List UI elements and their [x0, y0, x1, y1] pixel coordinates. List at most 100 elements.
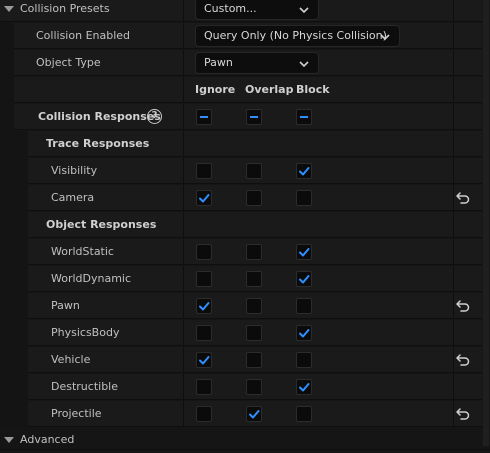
block-checkbox[interactable]: [296, 379, 312, 395]
column-divider: [453, 212, 454, 238]
ignore-column-header: Ignore: [195, 83, 236, 96]
overlap-all-checkbox[interactable]: [246, 109, 262, 125]
response-channel-label: PhysicsBody: [51, 326, 120, 339]
indent-gutter: [0, 104, 14, 130]
trace-response-row: Visibility: [0, 158, 490, 184]
ignore-checkbox[interactable]: [196, 352, 212, 368]
trace-responses-label: Trace Responses: [46, 137, 150, 150]
overlap-checkbox[interactable]: [246, 325, 262, 341]
overlap-checkbox[interactable]: [246, 298, 262, 314]
block-checkbox[interactable]: [296, 406, 312, 422]
collision-presets-dropdown[interactable]: Custom...: [195, 0, 319, 20]
column-divider: [453, 320, 454, 346]
scrollbar[interactable]: [482, 0, 490, 446]
collision-enabled-value: Query Only (No Physics Collision): [204, 29, 387, 42]
column-divider: [453, 158, 454, 184]
object-response-row: WorldDynamic: [0, 266, 490, 292]
overlap-checkbox[interactable]: [246, 271, 262, 287]
response-channel-label: Pawn: [51, 299, 80, 312]
ignore-checkbox[interactable]: [196, 163, 212, 179]
block-column-header: Block: [296, 83, 330, 96]
object-responses-header-row: Object Responses: [0, 212, 490, 238]
expand-arrow-icon[interactable]: [4, 437, 14, 443]
object-type-row: Object Type Pawn: [0, 50, 490, 76]
column-divider: [183, 212, 184, 238]
column-divider: [183, 401, 184, 427]
column-divider: [183, 347, 184, 373]
ignore-checkbox[interactable]: [196, 379, 212, 395]
collision-responses-row: Collision Responses ?: [0, 104, 490, 130]
advanced-row[interactable]: Advanced: [0, 428, 490, 450]
ignore-checkbox[interactable]: [196, 325, 212, 341]
indent-gutter: [0, 23, 14, 49]
ignore-all-checkbox[interactable]: [196, 109, 212, 125]
block-checkbox[interactable]: [296, 271, 312, 287]
ignore-checkbox[interactable]: [196, 406, 212, 422]
column-divider: [183, 320, 184, 346]
object-response-row: Destructible: [0, 374, 490, 400]
object-response-row: Vehicle: [0, 347, 490, 373]
indent-gutter: [0, 320, 28, 346]
object-response-row: WorldStatic: [0, 239, 490, 265]
overlap-checkbox[interactable]: [246, 406, 262, 422]
indent-gutter: [0, 266, 28, 292]
response-channel-label: WorldDynamic: [51, 272, 132, 285]
column-divider: [453, 131, 454, 157]
column-divider: [183, 185, 184, 211]
block-checkbox[interactable]: [296, 298, 312, 314]
collision-panel: Collision Presets Custom... Collision En…: [0, 0, 490, 450]
block-checkbox[interactable]: [296, 352, 312, 368]
collision-enabled-dropdown[interactable]: Query Only (No Physics Collision): [195, 25, 400, 47]
ignore-checkbox[interactable]: [196, 271, 212, 287]
object-response-row: Projectile: [0, 401, 490, 427]
block-checkbox[interactable]: [296, 244, 312, 260]
advanced-label: Advanced: [20, 433, 75, 446]
collision-presets-value: Custom...: [204, 2, 257, 15]
reset-to-default-icon[interactable]: [455, 299, 471, 313]
overlap-checkbox[interactable]: [246, 163, 262, 179]
column-divider: [453, 293, 454, 319]
overlap-checkbox[interactable]: [246, 379, 262, 395]
indent-gutter: [0, 50, 14, 76]
object-type-label: Object Type: [36, 56, 101, 69]
column-divider: [183, 266, 184, 292]
column-divider: [453, 374, 454, 400]
response-channel-label: Camera: [51, 191, 95, 204]
ignore-checkbox[interactable]: [196, 190, 212, 206]
column-divider: [183, 131, 184, 157]
object-responses-label: Object Responses: [46, 218, 157, 231]
overlap-checkbox[interactable]: [246, 190, 262, 206]
reset-to-default-icon[interactable]: [455, 407, 471, 421]
ignore-checkbox[interactable]: [196, 298, 212, 314]
block-all-checkbox[interactable]: [296, 109, 312, 125]
column-divider: [453, 401, 454, 427]
reset-to-default-icon[interactable]: [455, 353, 471, 367]
collision-presets-label: Collision Presets: [20, 2, 110, 15]
help-icon[interactable]: ?: [147, 109, 162, 124]
collision-enabled-label: Collision Enabled: [36, 29, 131, 42]
response-channel-label: WorldStatic: [51, 245, 114, 258]
object-type-dropdown[interactable]: Pawn: [195, 52, 319, 74]
indent-gutter: [0, 239, 28, 265]
reset-to-default-icon[interactable]: [455, 191, 471, 205]
indent-gutter: [0, 347, 28, 373]
collision-presets-row: Collision Presets Custom...: [0, 0, 490, 22]
block-checkbox[interactable]: [296, 190, 312, 206]
column-divider: [183, 23, 184, 49]
column-divider: [183, 50, 184, 76]
block-checkbox[interactable]: [296, 163, 312, 179]
object-response-row: PhysicsBody: [0, 320, 490, 346]
column-divider: [183, 374, 184, 400]
column-divider: [453, 239, 454, 265]
ignore-checkbox[interactable]: [196, 244, 212, 260]
column-divider: [453, 0, 454, 22]
expand-arrow-icon[interactable]: [4, 6, 14, 12]
block-checkbox[interactable]: [296, 325, 312, 341]
indent-gutter: [0, 293, 28, 319]
overlap-checkbox[interactable]: [246, 352, 262, 368]
overlap-checkbox[interactable]: [246, 244, 262, 260]
column-divider: [183, 158, 184, 184]
scrollbar-thumb[interactable]: [483, 0, 489, 446]
trace-responses-header-row: Trace Responses: [0, 131, 490, 157]
collision-responses-label: Collision Responses: [38, 110, 161, 123]
